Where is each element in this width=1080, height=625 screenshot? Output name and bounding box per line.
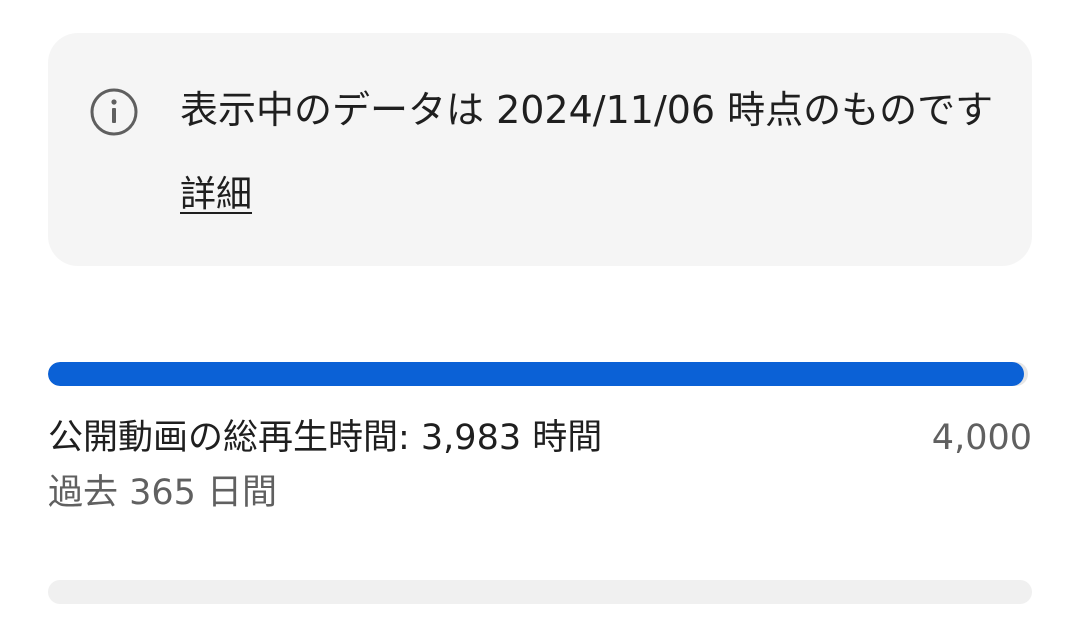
period-label: 過去 365 日間 (48, 473, 278, 513)
info-notice-card (48, 33, 1032, 266)
next-progress-bar (48, 580, 1032, 604)
watch-hours-goal: 4,000 (931, 418, 1032, 458)
info-icon (90, 88, 138, 136)
watch-hours-label: 公開動画の総再生時間: 3,983 時間 (48, 418, 603, 458)
notice-text: 表示中のデータは 2024/11/06 時点のものです (180, 88, 994, 132)
details-link[interactable]: 詳細 (180, 168, 252, 222)
watch-hours-progress-bar (48, 362, 1028, 386)
progress-fill (48, 362, 1024, 386)
